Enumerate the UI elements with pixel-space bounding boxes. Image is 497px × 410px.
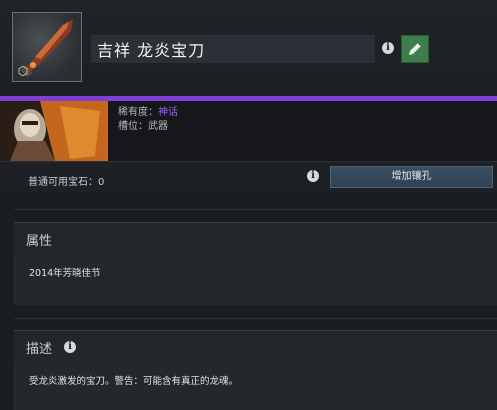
item-thumbnail: ⬡	[12, 12, 82, 82]
slot-line: 槽位：武器	[118, 120, 178, 134]
hero-portrait	[0, 101, 108, 161]
item-meta: 稀有度：神话 槽位：武器	[118, 106, 178, 134]
item-title-field[interactable]: 吉祥 龙炎宝刀	[91, 35, 375, 63]
description-body: 受龙炎激发的宝刀。警告：可能含有真正的龙魂。	[14, 363, 497, 410]
attribute-text: 2014年芳晓佳节	[29, 268, 101, 279]
description-title: 描述	[26, 341, 53, 357]
attributes-body: 2014年芳晓佳节	[14, 255, 497, 305]
item-header: ⬡ 吉祥 龙炎宝刀 i	[0, 0, 497, 96]
description-info-icon[interactable]: i	[64, 341, 77, 353]
divider	[14, 209, 497, 210]
add-socket-button[interactable]: 增加镶孔	[330, 166, 493, 188]
attributes-header: 属性	[14, 223, 497, 255]
edit-name-button[interactable]	[401, 35, 429, 63]
pencil-icon	[409, 42, 422, 55]
rarity-line: 稀有度：神话	[118, 106, 178, 120]
rarity-value: 神话	[158, 107, 178, 118]
available-gems-text: 普通可用宝石：0	[28, 177, 105, 188]
description-text: 受龙炎激发的宝刀。警告：可能含有真正的龙魂。	[29, 376, 239, 387]
attributes-panel: 属性 2014年芳晓佳节	[14, 222, 497, 305]
divider	[14, 318, 497, 319]
info-icon[interactable]: i	[382, 42, 394, 54]
rarity-label: 稀有度：	[118, 107, 158, 118]
item-title: 吉祥 龙炎宝刀	[97, 41, 206, 60]
description-header: 描述 i	[14, 331, 497, 363]
slot-value: 武器	[148, 121, 168, 132]
gem-info-icon[interactable]: i	[307, 170, 319, 182]
hero-portrait-art	[0, 101, 108, 161]
attributes-title: 属性	[26, 233, 53, 249]
slot-label: 槽位：	[118, 121, 148, 132]
description-panel: 描述 i 受龙炎激发的宝刀。警告：可能含有真正的龙魂。	[14, 330, 497, 410]
gem-socket-icon: ⬡	[17, 64, 29, 78]
